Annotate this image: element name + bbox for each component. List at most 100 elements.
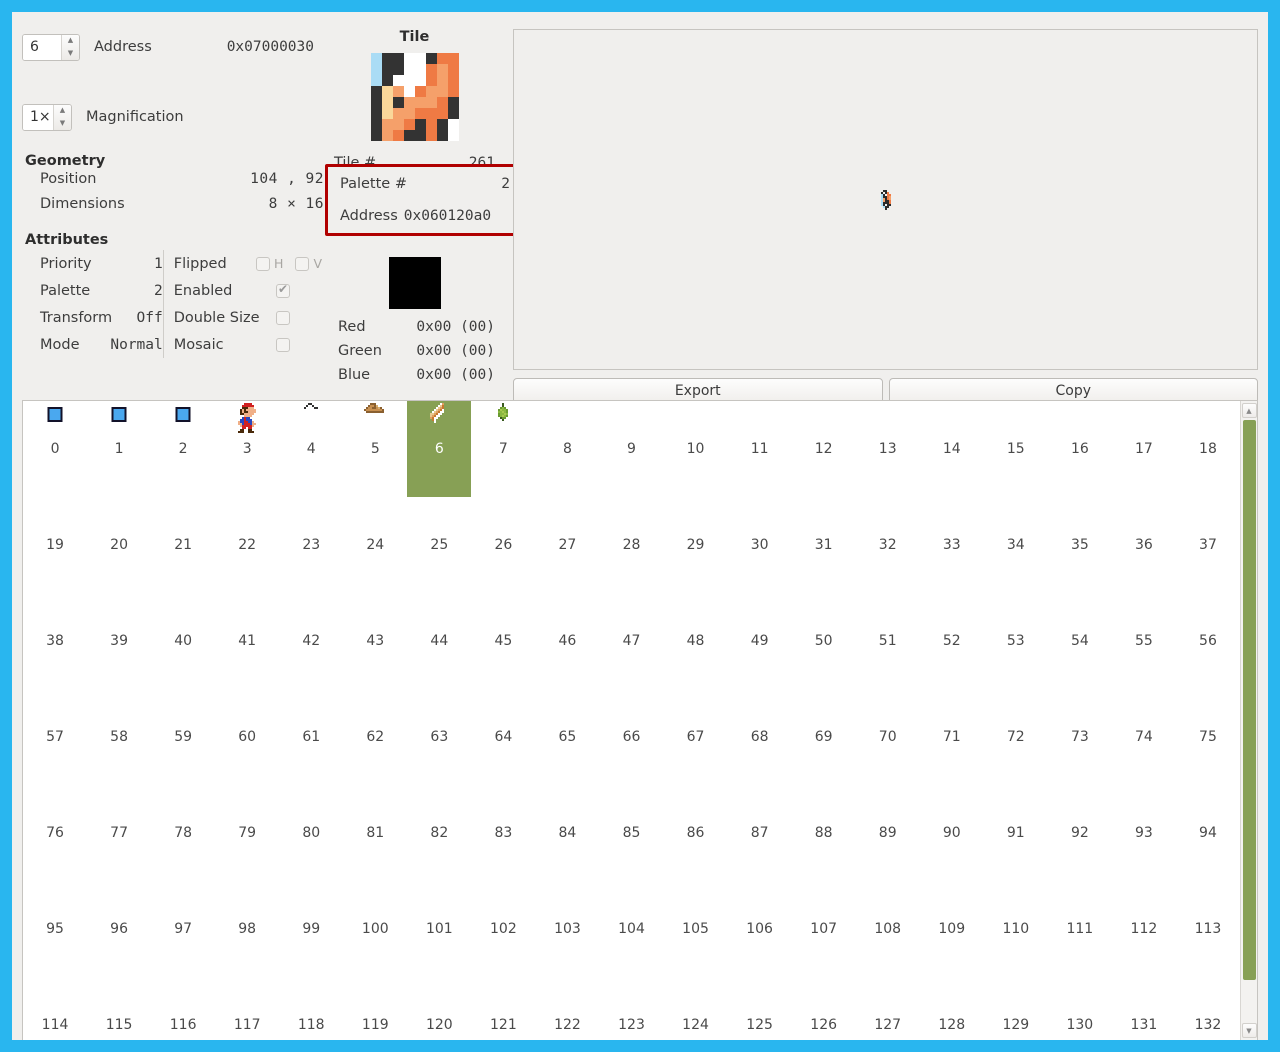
object-cell[interactable]: 108 <box>856 881 920 977</box>
object-cell[interactable]: 22 <box>215 497 279 593</box>
object-cell[interactable]: 39 <box>87 593 151 689</box>
object-cell[interactable]: 104 <box>599 881 663 977</box>
object-cell[interactable]: 3 <box>215 401 279 497</box>
magnification-spin-buttons[interactable]: ▲ ▼ <box>53 104 71 130</box>
object-index-value[interactable]: 6 <box>23 34 61 60</box>
object-index-spinbox[interactable]: 6 ▲ ▼ <box>22 33 80 61</box>
object-cell[interactable]: 55 <box>1112 593 1176 689</box>
object-cell[interactable]: 46 <box>535 593 599 689</box>
object-cell[interactable]: 7 <box>471 401 535 497</box>
object-cell[interactable]: 129 <box>984 977 1048 1040</box>
mosaic-checkbox[interactable] <box>276 337 290 352</box>
object-cell[interactable]: 13 <box>856 401 920 497</box>
object-cell[interactable]: 24 <box>343 497 407 593</box>
object-cell[interactable]: 89 <box>856 785 920 881</box>
object-cell[interactable]: 132 <box>1176 977 1240 1040</box>
magnification-spinbox[interactable]: 1× ▲ ▼ <box>22 103 72 131</box>
object-cell[interactable]: 19 <box>23 497 87 593</box>
object-cell[interactable]: 35 <box>1048 497 1112 593</box>
object-cell[interactable]: 76 <box>23 785 87 881</box>
object-cell[interactable]: 30 <box>728 497 792 593</box>
object-cell[interactable]: 41 <box>215 593 279 689</box>
object-cell[interactable]: 1 <box>87 401 151 497</box>
object-cell[interactable]: 44 <box>407 593 471 689</box>
object-cell[interactable]: 78 <box>151 785 215 881</box>
object-cell[interactable]: 69 <box>792 689 856 785</box>
object-cell[interactable]: 75 <box>1176 689 1240 785</box>
object-cell[interactable]: 21 <box>151 497 215 593</box>
object-cell[interactable]: 116 <box>151 977 215 1040</box>
object-cell[interactable]: 15 <box>984 401 1048 497</box>
object-cell[interactable]: 85 <box>599 785 663 881</box>
object-cell[interactable]: 38 <box>23 593 87 689</box>
object-cell[interactable]: 100 <box>343 881 407 977</box>
object-cell[interactable]: 91 <box>984 785 1048 881</box>
object-cell[interactable]: 128 <box>920 977 984 1040</box>
object-cell[interactable]: 42 <box>279 593 343 689</box>
object-cell[interactable]: 29 <box>664 497 728 593</box>
object-cell[interactable]: 124 <box>664 977 728 1040</box>
object-cell[interactable]: 10 <box>664 401 728 497</box>
object-cell[interactable]: 87 <box>728 785 792 881</box>
object-cell[interactable]: 36 <box>1112 497 1176 593</box>
object-cell[interactable]: 27 <box>535 497 599 593</box>
object-cell[interactable]: 37 <box>1176 497 1240 593</box>
object-cell[interactable]: 109 <box>920 881 984 977</box>
flip-v-checkbox[interactable] <box>295 256 310 271</box>
object-cell[interactable]: 68 <box>728 689 792 785</box>
object-cell[interactable]: 20 <box>87 497 151 593</box>
object-cell[interactable]: 61 <box>279 689 343 785</box>
object-cell[interactable]: 86 <box>664 785 728 881</box>
object-cell[interactable]: 97 <box>151 881 215 977</box>
object-cell[interactable]: 105 <box>664 881 728 977</box>
object-cell[interactable]: 66 <box>599 689 663 785</box>
grid-vertical-scrollbar[interactable]: ▲ ▼ <box>1240 401 1257 1040</box>
object-cell[interactable]: 60 <box>215 689 279 785</box>
scroll-up-icon[interactable]: ▲ <box>1241 403 1257 418</box>
object-cell[interactable]: 96 <box>87 881 151 977</box>
object-cell[interactable]: 49 <box>728 593 792 689</box>
object-cell[interactable]: 12 <box>792 401 856 497</box>
object-cell[interactable]: 18 <box>1176 401 1240 497</box>
object-cell[interactable]: 9 <box>599 401 663 497</box>
object-cell[interactable]: 130 <box>1048 977 1112 1040</box>
object-cell[interactable]: 101 <box>407 881 471 977</box>
object-cell[interactable]: 122 <box>535 977 599 1040</box>
object-cell[interactable]: 95 <box>23 881 87 977</box>
object-cell[interactable]: 106 <box>728 881 792 977</box>
object-cell[interactable]: 45 <box>471 593 535 689</box>
object-cell[interactable]: 125 <box>728 977 792 1040</box>
object-cell[interactable]: 17 <box>1112 401 1176 497</box>
object-cell[interactable]: 58 <box>87 689 151 785</box>
object-cell[interactable]: 121 <box>471 977 535 1040</box>
object-cell[interactable]: 123 <box>599 977 663 1040</box>
object-cell[interactable]: 43 <box>343 593 407 689</box>
object-cell[interactable]: 28 <box>599 497 663 593</box>
object-cell[interactable]: 70 <box>856 689 920 785</box>
object-cell[interactable]: 114 <box>23 977 87 1040</box>
object-cell[interactable]: 83 <box>471 785 535 881</box>
object-cell[interactable]: 131 <box>1112 977 1176 1040</box>
object-cell[interactable]: 32 <box>856 497 920 593</box>
object-cell[interactable]: 93 <box>1112 785 1176 881</box>
object-cell[interactable]: 33 <box>920 497 984 593</box>
object-cell[interactable]: 99 <box>279 881 343 977</box>
tile-pixel-preview[interactable] <box>370 53 459 141</box>
object-cell[interactable]: 67 <box>664 689 728 785</box>
object-cell[interactable]: 119 <box>343 977 407 1040</box>
object-cell[interactable]: 11 <box>728 401 792 497</box>
enabled-checkbox[interactable] <box>276 282 290 298</box>
double-size-checkbox[interactable] <box>276 310 290 325</box>
object-cell[interactable]: 72 <box>984 689 1048 785</box>
object-cell[interactable]: 102 <box>471 881 535 977</box>
object-cell[interactable]: 6 <box>407 401 472 497</box>
object-cell[interactable]: 110 <box>984 881 1048 977</box>
spin-up-icon[interactable]: ▲ <box>54 105 71 118</box>
object-cell[interactable]: 79 <box>215 785 279 881</box>
object-cell[interactable]: 47 <box>599 593 663 689</box>
spin-down-icon[interactable]: ▼ <box>62 47 79 60</box>
object-cell[interactable]: 82 <box>407 785 471 881</box>
object-cell[interactable]: 88 <box>792 785 856 881</box>
object-cell[interactable]: 62 <box>343 689 407 785</box>
object-cell[interactable]: 4 <box>279 401 343 497</box>
